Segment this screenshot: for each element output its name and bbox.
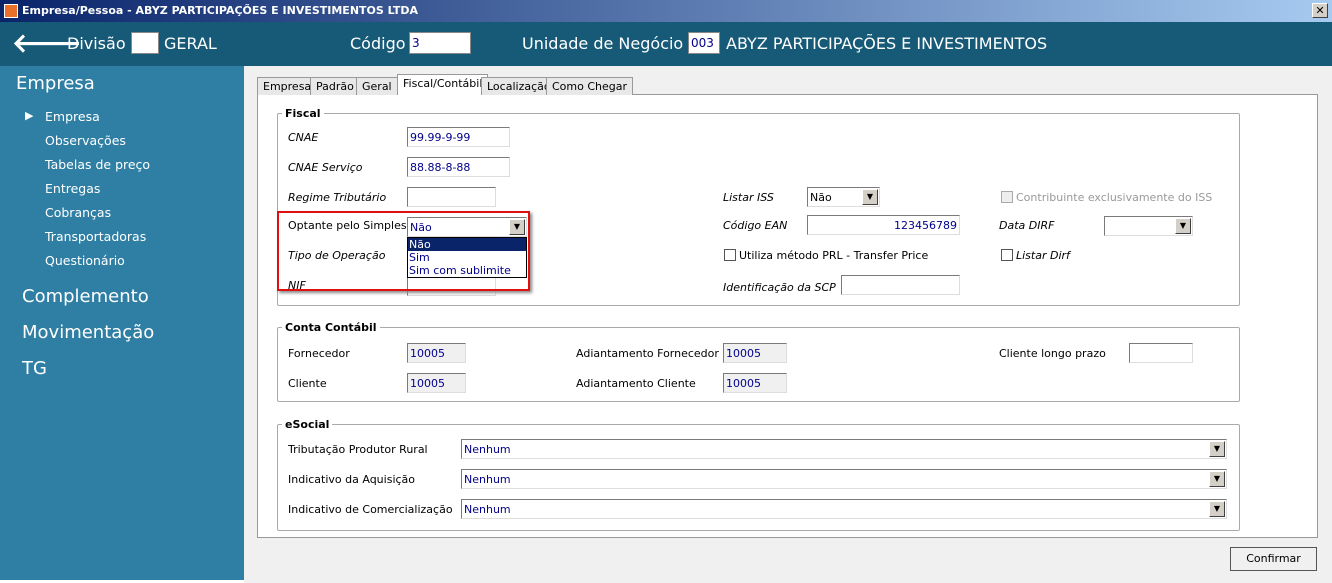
listar-dirf-checkbox[interactable] bbox=[1001, 249, 1013, 261]
comercializacao-select[interactable]: Nenhum ▼ bbox=[461, 499, 1227, 519]
chevron-down-icon[interactable]: ▼ bbox=[1209, 441, 1225, 457]
scp-input[interactable] bbox=[841, 275, 960, 295]
highlight-box bbox=[277, 211, 530, 291]
prl-checkbox[interactable] bbox=[724, 249, 736, 261]
adi-fornecedor-label: Adiantamento Fornecedor bbox=[576, 347, 719, 360]
contrib-iss-label: Contribuinte exclusivamente do ISS bbox=[1016, 191, 1213, 204]
ean-input[interactable]: 123456789 bbox=[807, 215, 960, 235]
app-icon bbox=[4, 4, 18, 18]
divisao-name: GERAL bbox=[164, 34, 217, 53]
cnae-servico-label: CNAE Serviço bbox=[288, 161, 363, 174]
tab-empresa[interactable]: Empresa bbox=[257, 77, 318, 95]
confirm-button[interactable]: Confirmar bbox=[1230, 547, 1317, 571]
adi-cliente-input[interactable]: 10005 bbox=[723, 373, 787, 393]
scp-label: Identificação da SCP bbox=[723, 281, 836, 294]
close-button[interactable]: ✕ bbox=[1312, 3, 1328, 18]
aquisicao-label: Indicativo da Aquisição bbox=[288, 473, 416, 486]
arrow-right-icon: ▶ bbox=[25, 109, 34, 122]
tab-padrao[interactable]: Padrão bbox=[310, 77, 360, 95]
codigo-label: Código bbox=[350, 34, 406, 53]
sidebar-section-complemento[interactable]: Complemento bbox=[22, 286, 149, 307]
divisao-input[interactable] bbox=[131, 32, 159, 54]
sidebar: Empresa ▶ Empresa Observações Tabelas de… bbox=[0, 66, 244, 580]
sidebar-item-transportadoras[interactable]: Transportadoras bbox=[45, 229, 146, 244]
fornecedor-input[interactable]: 10005 bbox=[407, 343, 466, 363]
dirf-label: Data DIRF bbox=[999, 219, 1055, 232]
cnae-input[interactable]: 99.99-9-99 bbox=[407, 127, 510, 147]
window-title: Empresa/Pessoa - ABYZ PARTICIPAÇÕES E IN… bbox=[22, 4, 418, 17]
listar-iss-select[interactable]: Não ▼ bbox=[807, 187, 880, 207]
esocial-title: eSocial bbox=[282, 418, 333, 431]
prl-label: Utiliza método PRL - Transfer Price bbox=[739, 249, 929, 262]
adi-fornecedor-input[interactable]: 10005 bbox=[723, 343, 787, 363]
adi-cliente-label: Adiantamento Cliente bbox=[576, 377, 696, 390]
contrib-iss-checkbox[interactable] bbox=[1001, 191, 1013, 203]
title-bar: Empresa/Pessoa - ABYZ PARTICIPAÇÕES E IN… bbox=[0, 0, 1332, 22]
codigo-input[interactable]: 3 bbox=[409, 32, 471, 54]
conta-title: Conta Contábil bbox=[282, 321, 380, 334]
comercializacao-label: Indicativo de Comercialização bbox=[288, 503, 453, 516]
chevron-down-icon[interactable]: ▼ bbox=[862, 189, 878, 205]
sidebar-item-cobrancas[interactable]: Cobranças bbox=[45, 205, 111, 220]
tab-geral[interactable]: Geral bbox=[356, 77, 398, 95]
tab-fiscal-contabil[interactable]: Fiscal/Contábil bbox=[397, 74, 489, 95]
sidebar-section-movimentacao[interactable]: Movimentação bbox=[22, 322, 154, 343]
tributacao-label: Tributação Produtor Rural bbox=[288, 443, 428, 456]
sidebar-item-empresa[interactable]: Empresa bbox=[45, 109, 100, 124]
cliente-label: Cliente bbox=[288, 377, 327, 390]
listar-iss-label: Listar ISS bbox=[723, 191, 774, 204]
cnae-label: CNAE bbox=[288, 131, 319, 144]
longo-prazo-label: Cliente longo prazo bbox=[999, 347, 1106, 360]
header: 🡐 Divisão GERAL Código 3 Unidade de Negó… bbox=[0, 22, 1332, 66]
sidebar-section-tg[interactable]: TG bbox=[22, 358, 47, 379]
fiscal-title: Fiscal bbox=[282, 107, 324, 120]
tributacao-select[interactable]: Nenhum ▼ bbox=[461, 439, 1227, 459]
dirf-select[interactable]: ▼ bbox=[1104, 216, 1193, 236]
tab-como-chegar[interactable]: Como Chegar bbox=[546, 77, 634, 95]
chevron-down-icon[interactable]: ▼ bbox=[1209, 501, 1225, 517]
divisao-label: Divisão bbox=[67, 34, 126, 53]
unidade-label: Unidade de Negócio bbox=[522, 34, 684, 53]
unidade-code-input[interactable]: 003 bbox=[688, 32, 720, 54]
chevron-down-icon[interactable]: ▼ bbox=[1209, 471, 1225, 487]
sidebar-item-entregas[interactable]: Entregas bbox=[45, 181, 100, 196]
aquisicao-select[interactable]: Nenhum ▼ bbox=[461, 469, 1227, 489]
cliente-input[interactable]: 10005 bbox=[407, 373, 466, 393]
sidebar-section-empresa[interactable]: Empresa bbox=[16, 73, 95, 94]
chevron-down-icon[interactable]: ▼ bbox=[1175, 218, 1191, 234]
fornecedor-label: Fornecedor bbox=[288, 347, 350, 360]
regime-label: Regime Tributário bbox=[288, 191, 387, 204]
ean-label: Código EAN bbox=[723, 219, 788, 232]
cnae-servico-input[interactable]: 88.88-8-88 bbox=[407, 157, 510, 177]
regime-input[interactable] bbox=[407, 187, 496, 207]
listar-dirf-label: Listar Dirf bbox=[1016, 249, 1070, 262]
longo-prazo-input[interactable] bbox=[1129, 343, 1193, 363]
sidebar-item-questionario[interactable]: Questionário bbox=[45, 253, 125, 268]
sidebar-item-observacoes[interactable]: Observações bbox=[45, 133, 126, 148]
sidebar-item-tabelas-preco[interactable]: Tabelas de preço bbox=[45, 157, 150, 172]
unidade-name: ABYZ PARTICIPAÇÕES E INVESTIMENTOS bbox=[726, 34, 1048, 53]
